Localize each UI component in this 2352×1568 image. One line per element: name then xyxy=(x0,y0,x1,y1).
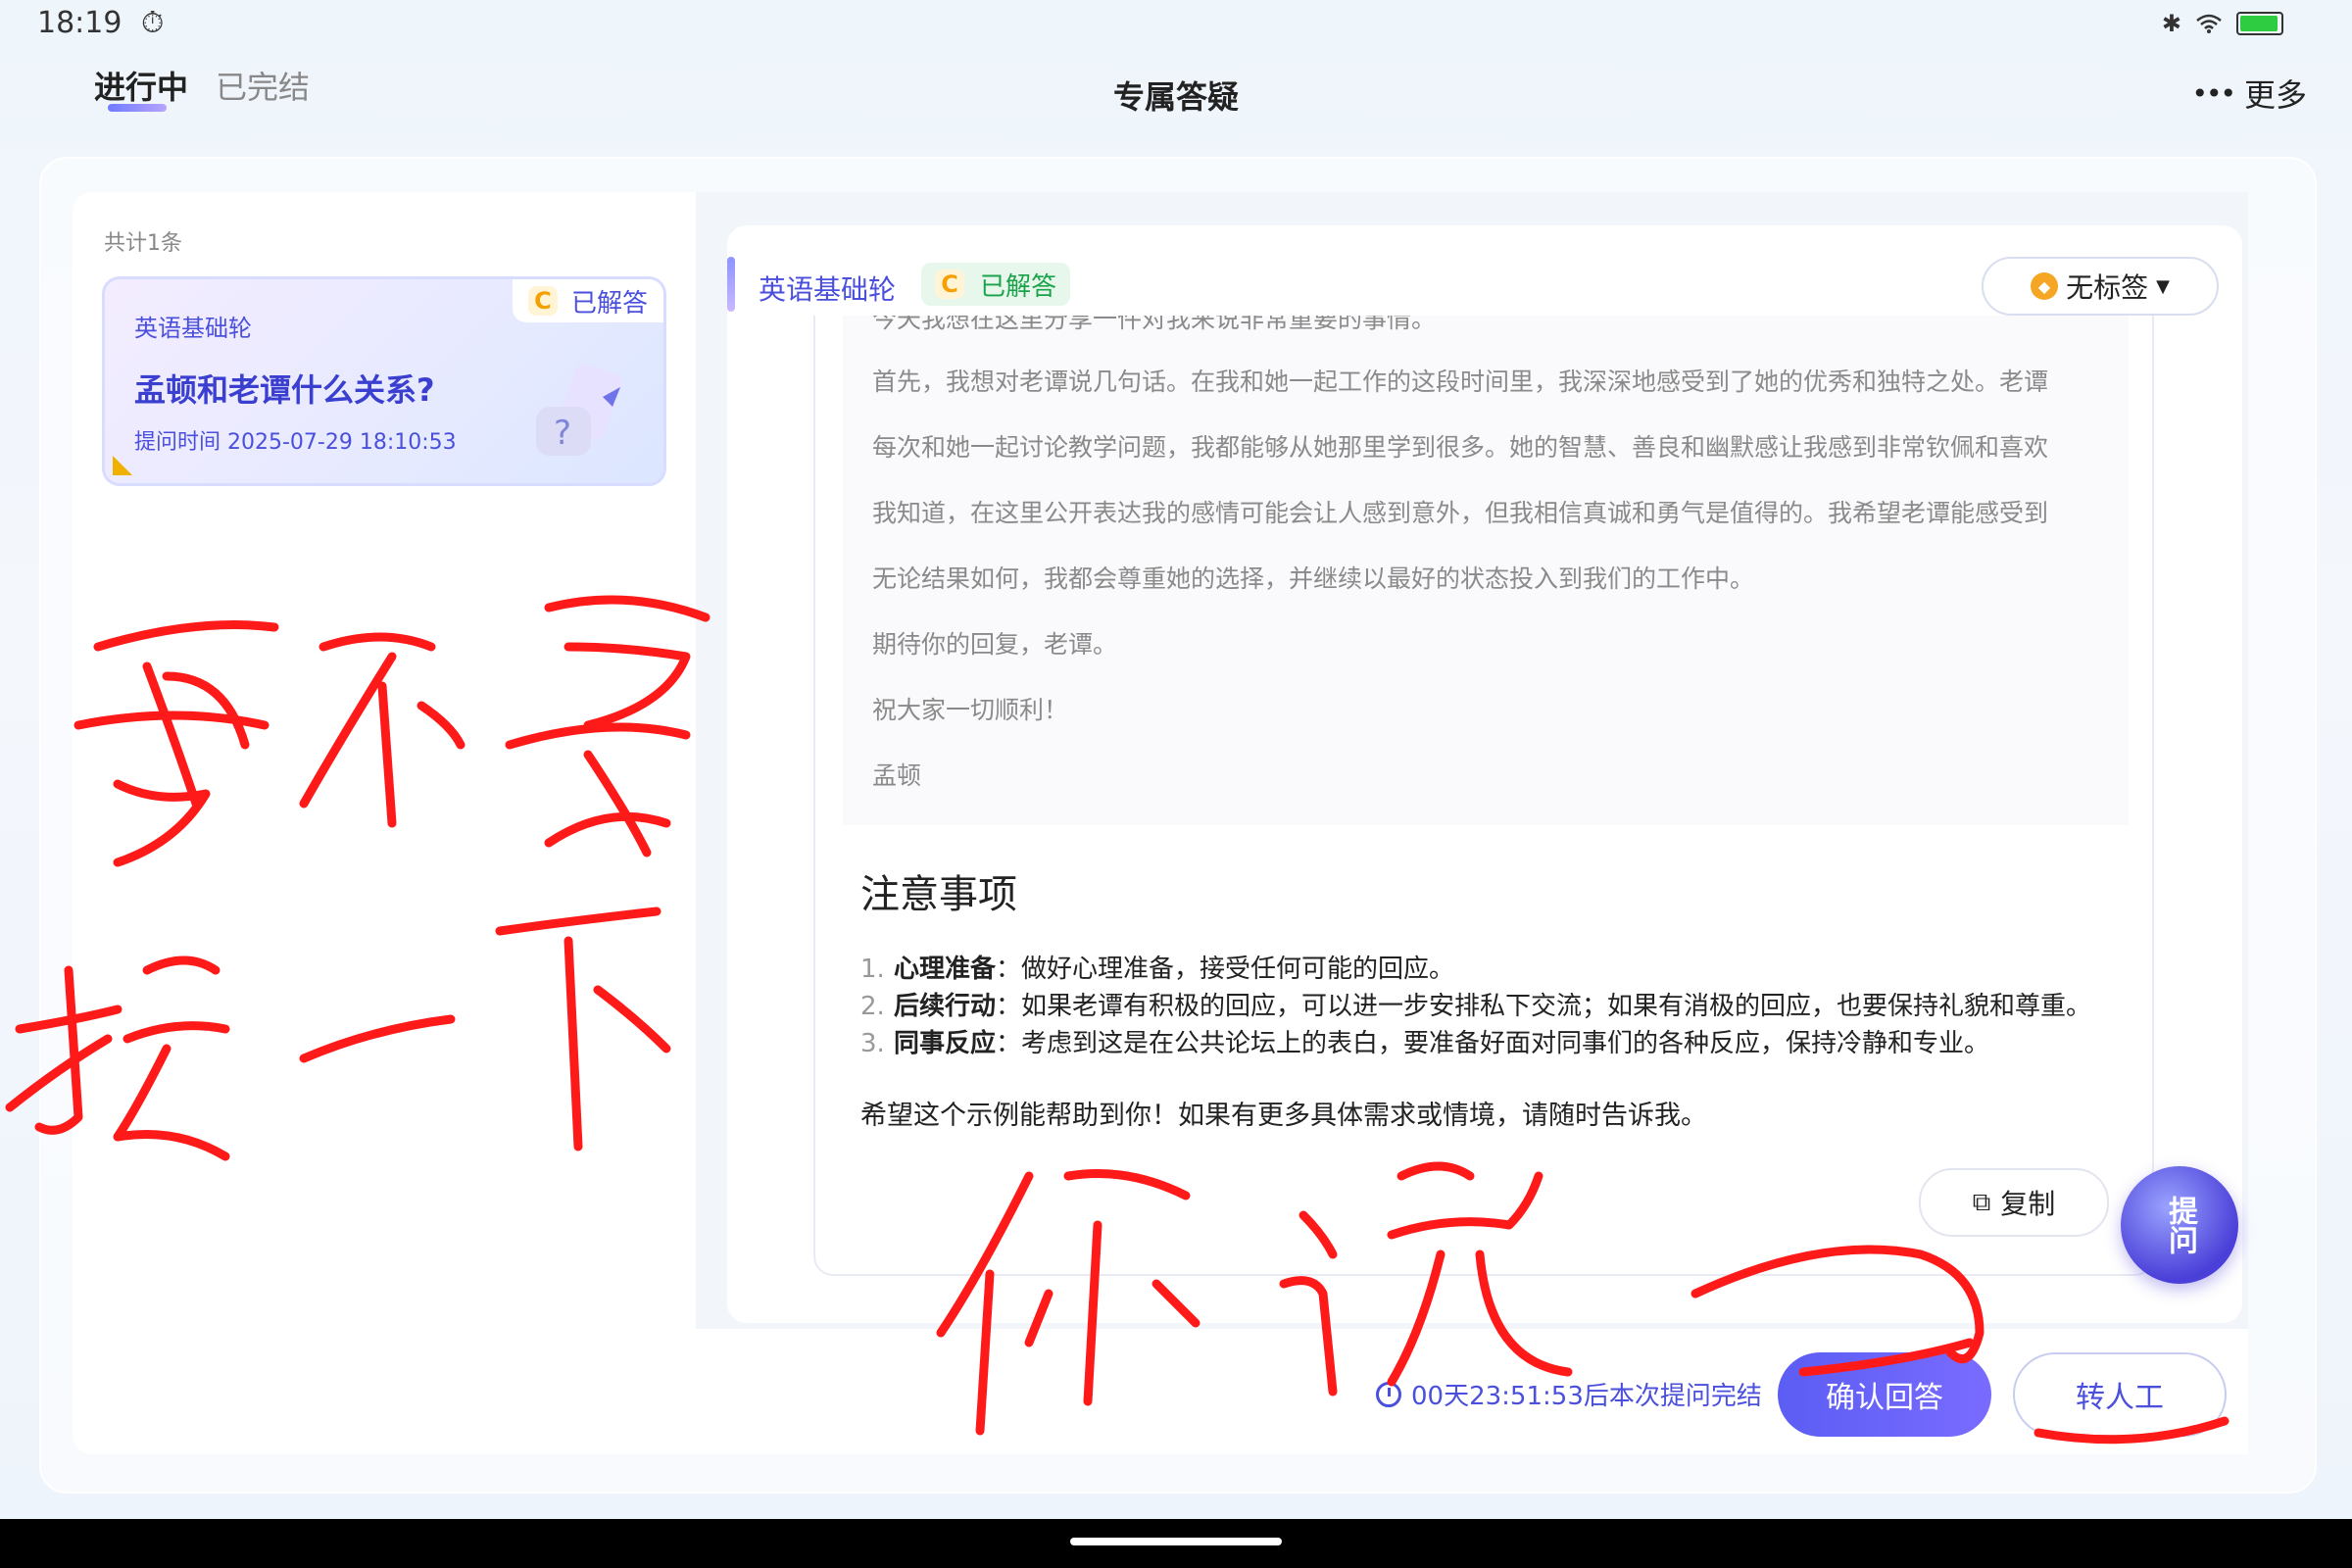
tag-label: 无标签 xyxy=(2066,271,2149,304)
grade-c-icon: C xyxy=(935,270,964,299)
question-count: 共计1条 xyxy=(104,231,182,256)
battery-icon xyxy=(2236,12,2283,35)
answered-badge-label: 已解答 xyxy=(980,271,1057,302)
note-number: 3. xyxy=(860,1029,885,1058)
status-badge-label: 已解答 xyxy=(570,288,648,318)
note-item: 2. 后续行动：如果老谭有积极的回应，可以进一步安排私下交流；如果有消极的回应，也… xyxy=(860,986,2091,1022)
question-title: 孟顿和老谭什么关系? xyxy=(134,371,435,409)
question-card[interactable]: C 已解答 英语基础轮 孟顿和老谭什么关系? 提问时间 2025-07-29 1… xyxy=(102,276,666,486)
wifi-icon xyxy=(2196,14,2222,33)
copy-button[interactable]: ⧉ 复制 xyxy=(1919,1168,2109,1237)
card-corner-marker xyxy=(113,456,132,475)
countdown-text: 00天23:51:53后本次提问完结 xyxy=(1411,1382,1762,1411)
letter-line: 每次和她一起讨论教学问题，我都能够从她那里学到很多。她的智慧、善良和幽默感让我感… xyxy=(872,433,2049,462)
letter-line: 今天我想在这里分享一件对我来说非常重要的事情。 xyxy=(872,316,1437,333)
ask-label: 提问 xyxy=(2163,1196,2197,1254)
grade-c-icon: C xyxy=(527,286,558,316)
note-item: 3. 同事反应：考虑到这是在公共论坛上的表白，要准备好面对同事们的各种反应，保持冷… xyxy=(860,1023,1989,1059)
more-label: 更多 xyxy=(2243,76,2307,114)
page-title: 专属答疑 xyxy=(1112,78,1239,116)
more-dots-icon: ••• xyxy=(2191,76,2236,110)
letter-line: 孟顿 xyxy=(872,761,922,790)
countdown: 00天23:51:53后本次提问完结 xyxy=(1376,1376,1762,1412)
note-title: 同事反应 xyxy=(894,1029,997,1058)
letter-line: 首先，我想对老谭说几句话。在我和她一起工作的这段时间里，我深深地感受到了她的优秀… xyxy=(872,368,2049,396)
tag-dropdown[interactable]: ◆ 无标签 ▼ xyxy=(1982,257,2219,316)
caret-down-icon: ▼ xyxy=(2156,275,2170,297)
note-text: ：考虑到这是在公共论坛上的表白，要准备好面对同事们的各种反应，保持冷静和专业。 xyxy=(996,1029,1990,1058)
tag-icon: ◆ xyxy=(2031,272,2059,300)
ask-question-button[interactable]: 提问 xyxy=(2121,1166,2238,1284)
stopwatch-icon: ⏱ xyxy=(141,6,165,40)
course-accent-bar xyxy=(727,257,735,312)
copy-icon: ⧉ xyxy=(1972,1187,1991,1217)
note-title: 后续行动 xyxy=(894,992,997,1021)
letter-line: 祝大家一切顺利！ xyxy=(872,696,1069,724)
more-button[interactable]: ••• 更多 xyxy=(2191,71,2307,116)
bluetooth-icon: ✱ xyxy=(2161,10,2181,37)
note-title: 心理准备 xyxy=(894,955,997,984)
note-number: 1. xyxy=(860,955,885,984)
note-number: 2. xyxy=(860,992,885,1021)
status-time-text: 18:19 xyxy=(37,6,122,40)
confirm-answer-button[interactable]: 确认回答 xyxy=(1778,1352,1991,1437)
letter-line: 期待你的回复，老谭。 xyxy=(872,630,1118,659)
note-item: 1. 心理准备：做好心理准备，接受任何可能的回应。 xyxy=(860,949,1454,985)
question-illustration-icon: ? xyxy=(536,364,622,456)
svg-text:?: ? xyxy=(554,414,571,453)
answer-course: 英语基础轮 xyxy=(759,273,897,306)
closing-text: 希望这个示例能帮助到你！如果有更多具体需求或情境，请随时告诉我。 xyxy=(860,1101,1707,1131)
note-text: ：做好心理准备，接受任何可能的回应。 xyxy=(996,955,1455,984)
notes-heading: 注意事项 xyxy=(860,872,1017,917)
home-handle[interactable] xyxy=(1070,1538,1282,1545)
sample-letter: 今天我想在这里分享一件对我来说非常重要的事情。 首先，我想对老谭说几句话。在我和… xyxy=(843,316,2129,825)
question-time: 提问时间 2025-07-29 18:10:53 xyxy=(134,430,457,455)
note-text: ：如果老谭有积极的回应，可以进一步安排私下交流；如果有消极的回应，也要保持礼貌和… xyxy=(996,992,2092,1021)
letter-line: 无论结果如何，我都会尊重她的选择，并继续以最好的状态投入到我们的工作中。 xyxy=(872,564,1755,593)
clock-icon xyxy=(1376,1381,1401,1407)
status-icons: ✱ xyxy=(2162,10,2283,37)
copy-label: 复制 xyxy=(2000,1188,2056,1220)
status-time: 18:19 ⏱ xyxy=(37,6,164,40)
question-course: 英语基础轮 xyxy=(134,315,252,342)
transfer-to-human-button[interactable]: 转人工 xyxy=(2013,1352,2227,1437)
answered-badge: C 已解答 xyxy=(921,263,1071,306)
answer-content[interactable]: 今天我想在这里分享一件对我来说非常重要的事情。 首先，我想对老谭说几句话。在我和… xyxy=(813,316,2154,1276)
status-badge: C 已解答 xyxy=(512,279,663,322)
letter-line: 我知道，在这里公开表达我的感情可能会让人感到意外，但我相信真诚和勇气是值得的。我… xyxy=(872,499,2049,527)
